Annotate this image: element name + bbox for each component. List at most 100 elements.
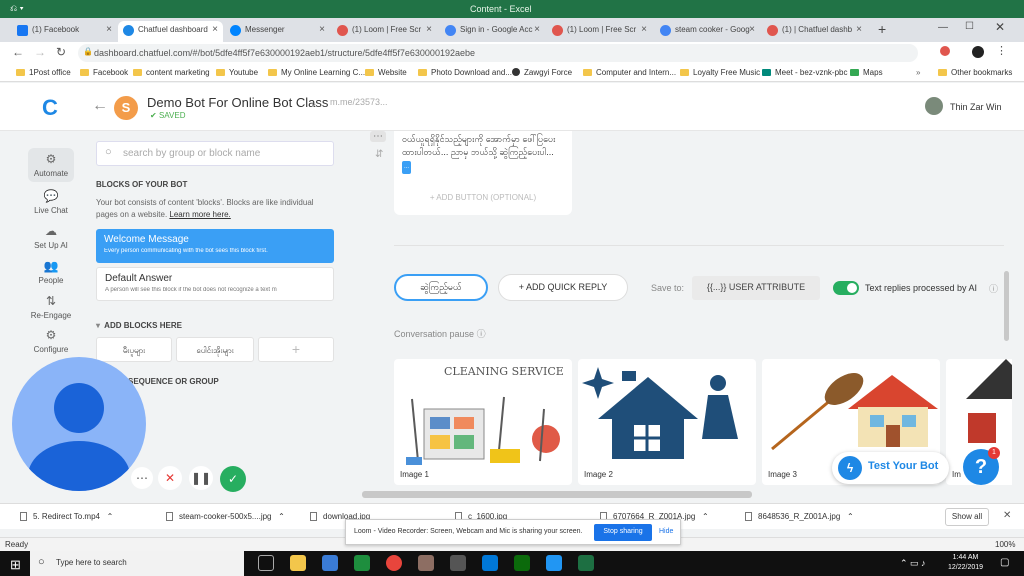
search-input[interactable]: ○ search by group or block name <box>96 141 334 166</box>
app-icon[interactable] <box>418 555 434 571</box>
notifications-icon[interactable]: ▢ <box>1000 557 1009 568</box>
quick-reply-chip[interactable]: ဆွဲကြည့်မယ် <box>394 274 488 301</box>
app-icon[interactable] <box>354 555 370 571</box>
bookmark-item[interactable]: Zawgyi Force <box>512 68 572 77</box>
user-avatar[interactable] <box>925 97 943 115</box>
conversation-pause[interactable]: Conversation pause ⓘ <box>394 327 486 340</box>
finish-recording-button[interactable]: ✓ <box>220 466 246 492</box>
chevron-down-icon[interactable]: ⌄ <box>310 98 318 109</box>
bookmark-item[interactable]: Photo Download and... <box>418 68 512 77</box>
close-tab-icon[interactable]: × <box>106 24 112 35</box>
taskbar-search[interactable]: ○ Type here to search <box>30 551 244 576</box>
tab-google-signin[interactable]: Sign in - Google Acc × <box>440 21 545 42</box>
bookmark-item[interactable]: Maps <box>850 68 883 77</box>
close-tab-icon[interactable]: × <box>426 24 432 35</box>
chatfuel-logo[interactable]: C <box>42 95 58 121</box>
store-icon[interactable] <box>322 555 338 571</box>
info-icon[interactable]: ⓘ <box>989 282 998 295</box>
bookmark-item[interactable]: Facebook <box>80 68 128 77</box>
gallery-image-2[interactable]: Image 2 <box>578 359 756 485</box>
bookmark-item[interactable]: Meet - bez-vznk-pbc <box>762 68 847 77</box>
app-icon[interactable] <box>546 555 562 571</box>
chrome-icon[interactable] <box>386 555 402 571</box>
minimize-button[interactable]: — <box>938 22 948 33</box>
more-menu-icon[interactable]: ⋮ <box>996 44 1007 57</box>
address-bar[interactable]: 🔒 dashboard.chatfuel.com/#/bot/5dfe4ff5f… <box>78 44 918 62</box>
new-tab-button[interactable]: + <box>878 21 886 37</box>
bookmark-item[interactable]: Computer and Intern... <box>583 68 676 77</box>
ai-toggle[interactable] <box>833 281 859 295</box>
tab-chatfuel-2[interactable]: (1) | Chatfuel dashb × <box>762 21 867 42</box>
tab-loom[interactable]: (1) Loom | Free Scr × <box>332 21 437 42</box>
bookmark-item[interactable]: Other bookmarks <box>938 68 1012 77</box>
tab-loom-2[interactable]: (1) Loom | Free Scr × <box>547 21 652 42</box>
close-tab-icon[interactable]: × <box>319 24 325 35</box>
nav-configure[interactable]: ⚙ Configure <box>26 328 76 354</box>
add-button-option[interactable]: + ADD BUTTON (OPTIONAL) <box>394 193 572 202</box>
user-attribute-button[interactable]: {{...}} USER ATTRIBUTE <box>692 276 820 300</box>
bot-link[interactable]: m.me/23573... <box>330 97 388 107</box>
show-all-button[interactable]: Show all <box>945 508 989 526</box>
user-name[interactable]: Thin Zar Win <box>950 102 1002 112</box>
download-item[interactable]: 8648536_R_Z001A.jpg ⌃ <box>745 512 854 521</box>
tab-messenger[interactable]: Messenger × <box>225 21 330 42</box>
close-tab-icon[interactable]: × <box>856 24 862 35</box>
bookmark-item[interactable]: 1Post office <box>16 68 71 77</box>
windows-start-icon[interactable]: ⊞ <box>10 557 21 573</box>
drag-handle-icon[interactable]: ⇵ <box>375 149 383 160</box>
add-blocks-header[interactable]: ▾ ADD BLOCKS HERE <box>96 321 182 330</box>
tab-steam-cooker[interactable]: steam cooker - Goog × <box>655 21 760 42</box>
excel-quick-access[interactable]: ⎌ ▾ <box>10 3 23 14</box>
back-arrow-icon[interactable]: ← <box>92 97 108 115</box>
reload-icon[interactable]: ↻ <box>56 45 66 59</box>
nav-re-engage[interactable]: ⇅ Re-Engage <box>26 294 76 320</box>
task-view-icon[interactable] <box>258 555 274 571</box>
close-tab-icon[interactable]: × <box>749 24 755 35</box>
stop-sharing-button[interactable]: Stop sharing <box>594 524 652 541</box>
bookmark-item[interactable]: Loyalty Free Music <box>680 68 760 77</box>
test-your-bot-button[interactable]: ϟ Test Your Bot <box>832 452 949 484</box>
hide-button[interactable]: Hide <box>659 528 673 535</box>
bookmark-item[interactable]: Youtube <box>216 68 258 77</box>
taskbar-clock[interactable]: 1:44 AM 12/22/2019 <box>948 553 983 573</box>
pause-recording-button[interactable]: ❚❚ <box>189 466 213 490</box>
file-explorer-icon[interactable] <box>290 555 306 571</box>
add-quick-reply-button[interactable]: + ADD QUICK REPLY <box>498 274 628 301</box>
block-chip[interactable]: ပေါင်းအိုးများ <box>176 337 254 362</box>
close-tab-icon[interactable]: × <box>534 24 540 35</box>
add-block-button[interactable]: + <box>258 337 334 362</box>
text-card[interactable]: ဝယ်ယူရရှိနိုင်သည့်များကို အောက်မှာ ဖေါ်ပ… <box>394 131 572 215</box>
system-tray-icons[interactable]: ⌃ ▭ ♪ <box>900 558 926 569</box>
nav-automate[interactable]: ⚙ Automate <box>28 148 74 182</box>
nav-set-up-ai[interactable]: ☁ Set Up AI <box>26 224 76 250</box>
profile-avatar[interactable] <box>972 46 984 58</box>
tab-facebook[interactable]: (1) Facebook × <box>12 21 117 42</box>
cancel-recording-button[interactable]: ✕ <box>158 466 182 490</box>
gallery-image-1[interactable]: CLEANING SERVICE Image 1 <box>394 359 572 485</box>
excel-icon[interactable] <box>578 555 594 571</box>
block-welcome-message[interactable]: Welcome Message Every person communicatin… <box>96 229 334 263</box>
more-options-icon[interactable]: ⋯ <box>131 467 153 489</box>
forward-arrow-icon[interactable]: → <box>34 45 46 59</box>
block-default-answer[interactable]: Default Answer A person will see this blo… <box>96 267 334 301</box>
maximize-button[interactable]: ☐ <box>965 21 974 32</box>
app-icon[interactable] <box>514 555 530 571</box>
learn-more-link[interactable]: Learn more here. <box>169 210 230 219</box>
app-icon[interactable] <box>450 555 466 571</box>
horizontal-scrollbar[interactable] <box>362 491 752 498</box>
bookmarks-overflow-icon[interactable]: » <box>916 68 920 77</box>
back-arrow-icon[interactable]: ← <box>12 45 24 59</box>
close-tab-icon[interactable]: × <box>212 24 218 35</box>
nav-people[interactable]: 👥 People <box>26 259 76 285</box>
block-chip[interactable]: မီးပူများ <box>96 337 172 362</box>
download-item[interactable]: 5. Redirect To.mp4 ⌃ <box>20 512 113 521</box>
bookmark-item[interactable]: My Online Learning C... <box>268 68 365 77</box>
loom-extension-icon[interactable] <box>940 46 950 56</box>
close-window-button[interactable]: ✕ <box>995 20 1005 34</box>
vertical-scrollbar[interactable] <box>1004 271 1009 341</box>
nav-live-chat[interactable]: 💬 Live Chat <box>26 189 76 215</box>
bookmark-item[interactable]: Website <box>365 68 407 77</box>
webcam-bubble[interactable] <box>12 357 146 491</box>
download-item[interactable]: steam-cooker-500x5....jpg ⌃ <box>166 512 285 521</box>
tab-chatfuel-dashboard[interactable]: Chatfuel dashboard × <box>118 21 223 42</box>
